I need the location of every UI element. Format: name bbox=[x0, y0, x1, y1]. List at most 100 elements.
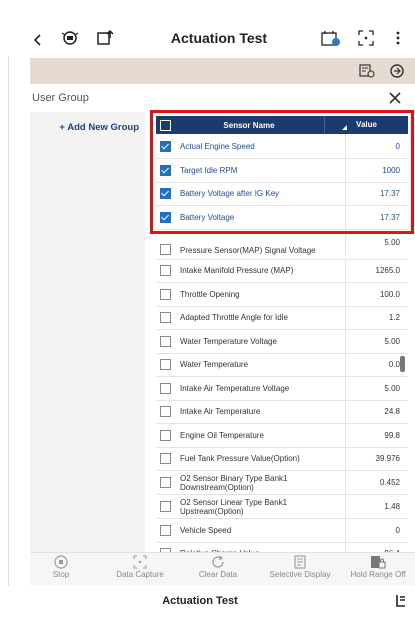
row-checkbox[interactable] bbox=[156, 501, 174, 512]
table-row[interactable]: Water Temperature Voltage 5.00 bbox=[156, 330, 408, 354]
data-capture-label: Data Capture bbox=[116, 570, 164, 579]
edge-divider bbox=[8, 0, 9, 622]
obd-connector-icon[interactable] bbox=[60, 28, 80, 48]
add-new-group-button[interactable]: + Add New Group bbox=[59, 122, 139, 133]
table-row[interactable]: O2 Sensor Linear Type Bank1 Upstream(Opt… bbox=[156, 495, 408, 519]
row-checkbox[interactable] bbox=[156, 312, 174, 324]
row-checkbox[interactable] bbox=[156, 382, 174, 394]
calendar-icon[interactable] bbox=[320, 28, 342, 48]
select-all-checkbox[interactable] bbox=[156, 116, 174, 134]
scrollbar-thumb[interactable] bbox=[400, 356, 405, 372]
sensor-value: 1.48 bbox=[345, 495, 408, 518]
close-icon[interactable] bbox=[389, 88, 401, 109]
row-checkbox[interactable] bbox=[156, 359, 174, 371]
sensor-name: Actual Engine Speed bbox=[180, 141, 255, 151]
sensor-name: O2 Sensor Linear Type Bank1 Upstream(Opt… bbox=[180, 497, 288, 516]
row-checkbox[interactable] bbox=[156, 188, 174, 200]
selective-display-label: Selective Display bbox=[269, 570, 331, 579]
row-checkbox[interactable] bbox=[156, 453, 174, 465]
sensor-value: 0.452 bbox=[345, 471, 408, 494]
row-checkbox[interactable] bbox=[156, 140, 174, 152]
tool-strip bbox=[30, 58, 415, 84]
table-row[interactable]: Pressure Sensor(MAP) Signal Voltage 5.00 bbox=[156, 229, 408, 260]
table-row[interactable]: Intake Air Temperature Voltage 5.00 bbox=[156, 377, 408, 401]
shortcut-icon[interactable] bbox=[395, 594, 407, 613]
app-frame: Actuation Test User Group + Add New Grou… bbox=[0, 0, 415, 622]
table-row[interactable]: Adapted Throttle Angle for Idle 1.2 bbox=[156, 306, 408, 330]
sensor-value: 1.2 bbox=[345, 306, 408, 329]
row-checkbox[interactable] bbox=[156, 524, 174, 536]
table-row[interactable]: Engine Oil Temperature 99.8 bbox=[156, 424, 408, 448]
footer-title: Actuation Test bbox=[162, 595, 238, 607]
row-checkbox[interactable] bbox=[156, 164, 174, 176]
sensor-name: Water Temperature bbox=[180, 360, 249, 370]
refresh-icon bbox=[190, 555, 246, 569]
table-row[interactable]: Intake Air Temperature 24.8 bbox=[156, 400, 408, 424]
more-icon[interactable] bbox=[392, 28, 404, 48]
sensor-name: Battery Voltage bbox=[180, 212, 235, 222]
row-checkbox[interactable] bbox=[156, 429, 174, 441]
upload-icon[interactable] bbox=[95, 28, 115, 48]
selective-display-button[interactable]: Selective Display bbox=[264, 555, 336, 579]
row-checkbox[interactable] bbox=[156, 288, 174, 300]
record-icon[interactable] bbox=[388, 62, 406, 80]
sensor-name: Engine Oil Temperature bbox=[180, 430, 264, 440]
table-row[interactable]: Target Idle RPM 1000 bbox=[156, 159, 408, 183]
column-header-sensor-name[interactable]: Sensor Name bbox=[174, 121, 324, 130]
row-checkbox[interactable] bbox=[156, 265, 174, 277]
sensor-value: 0 bbox=[345, 519, 408, 542]
table-body: Actual Engine Speed 0 Target Idle RPM 1000 B… bbox=[156, 134, 408, 566]
bottom-toolbar: Stop Data Capture Clear Data Selective D… bbox=[30, 552, 415, 585]
page-title: Actuation Test bbox=[170, 30, 268, 46]
row-checkbox[interactable] bbox=[156, 335, 174, 347]
row-checkbox[interactable] bbox=[156, 243, 174, 255]
sensor-value: 0 bbox=[345, 134, 408, 158]
table-row[interactable]: Battery Voltage after IG Key 17.37 bbox=[156, 182, 408, 206]
sensor-value: 1000 bbox=[345, 159, 408, 182]
table-row[interactable]: O2 Sensor Binary Type Bank1 Downstream(O… bbox=[156, 471, 408, 495]
sensor-value: 39.976 bbox=[345, 447, 408, 470]
sensor-value: 24.8 bbox=[345, 400, 408, 423]
table-row[interactable]: Intake Manifold Pressure (MAP) 1265.0 bbox=[156, 259, 408, 283]
sensor-name: Adapted Throttle Angle for Idle bbox=[180, 313, 288, 323]
clear-data-button[interactable]: Clear Data bbox=[190, 555, 246, 579]
sensor-name: Intake Air Temperature bbox=[180, 407, 261, 417]
group-header: User Group bbox=[30, 88, 415, 110]
document-icon bbox=[264, 555, 336, 569]
sensor-value: 17.37 bbox=[345, 182, 408, 205]
back-icon[interactable] bbox=[30, 30, 46, 50]
sensor-name: Pressure Sensor(MAP) Signal Voltage bbox=[180, 245, 316, 255]
row-checkbox[interactable] bbox=[156, 211, 174, 223]
table-row[interactable]: Battery Voltage 17.37 bbox=[156, 206, 408, 230]
capture-icon bbox=[110, 555, 170, 569]
table-row[interactable]: Vehicle Speed 0 bbox=[156, 519, 408, 543]
lock-document-icon bbox=[346, 555, 410, 569]
sensor-value: 5.00 bbox=[345, 330, 408, 353]
table-row[interactable]: Actual Engine Speed 0 bbox=[156, 134, 408, 159]
top-bar: Actuation Test bbox=[0, 0, 415, 56]
stop-label: Stop bbox=[52, 570, 70, 579]
sensor-value: 0.0 bbox=[345, 353, 408, 376]
hold-range-label: Hold Range Off bbox=[350, 570, 406, 579]
sort-icon[interactable] bbox=[342, 125, 347, 130]
stop-icon bbox=[46, 555, 76, 569]
data-capture-button[interactable]: Data Capture bbox=[110, 555, 170, 579]
sensor-value: 1265.0 bbox=[345, 259, 408, 282]
sensor-name: Throttle Opening bbox=[180, 289, 240, 299]
table-row[interactable]: Water Temperature 0.0 bbox=[156, 353, 408, 377]
table-row[interactable]: Throttle Opening 100.0 bbox=[156, 283, 408, 307]
sensor-name: Vehicle Speed bbox=[180, 525, 232, 535]
screenshot-icon[interactable] bbox=[356, 28, 376, 48]
row-checkbox[interactable] bbox=[156, 477, 174, 488]
settings-list-icon[interactable] bbox=[358, 62, 376, 80]
sensor-value: 5.00 bbox=[345, 377, 408, 400]
sensor-value: 17.37 bbox=[345, 206, 408, 229]
column-header-value[interactable]: Value bbox=[324, 116, 408, 134]
table-header: Sensor Name Value bbox=[156, 116, 408, 134]
sensor-name: Water Temperature Voltage bbox=[180, 336, 277, 346]
table-row[interactable]: Fuel Tank Pressure Value(Option) 39.976 bbox=[156, 447, 408, 471]
hold-range-button[interactable]: Hold Range Off bbox=[346, 555, 410, 579]
row-checkbox[interactable] bbox=[156, 406, 174, 418]
stop-button[interactable]: Stop bbox=[46, 555, 76, 579]
sensor-name: Battery Voltage after IG Key bbox=[180, 189, 280, 199]
